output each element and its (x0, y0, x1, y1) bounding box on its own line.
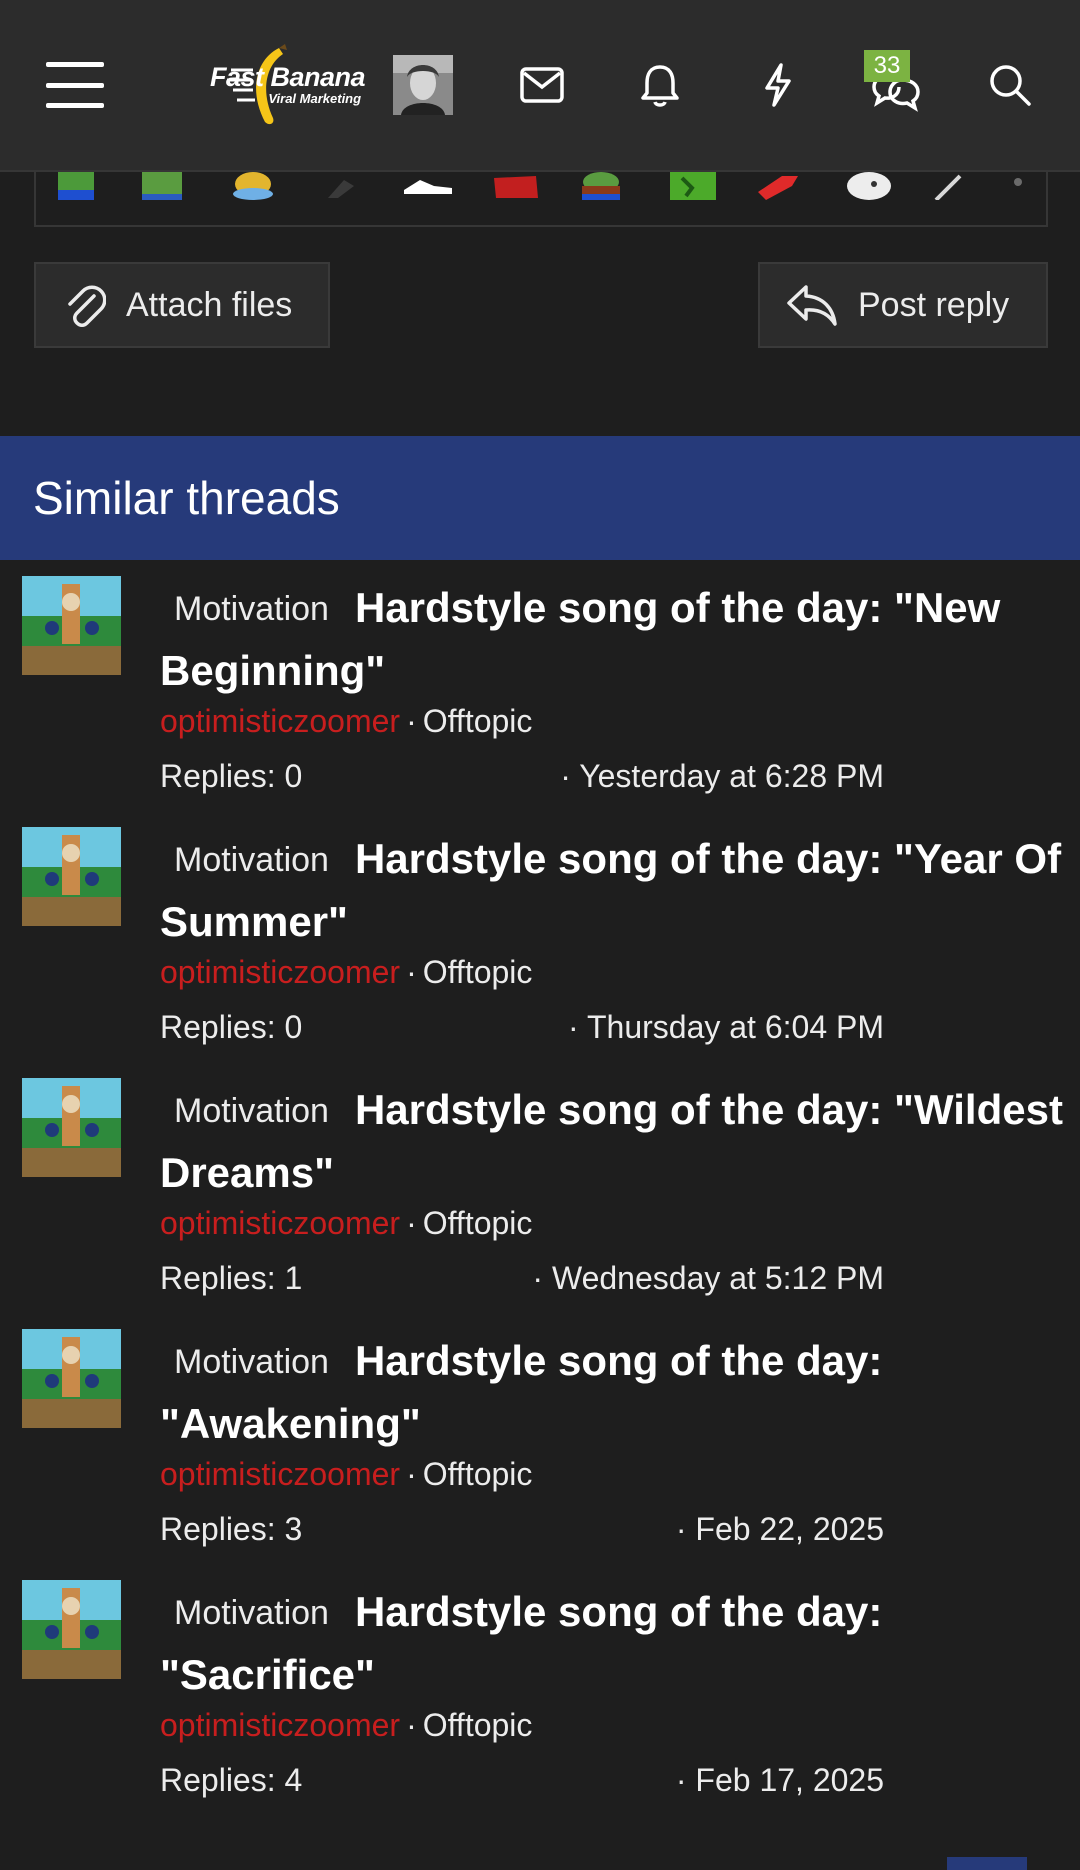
menu-icon (46, 62, 104, 108)
thread-prefix-label[interactable]: Motivation (160, 1081, 343, 1142)
site-logo[interactable]: Fast Banana Viral Marketing (150, 40, 370, 130)
arrow-emoji-icon[interactable] (926, 172, 980, 200)
post-reply-button[interactable]: Post reply (758, 262, 1048, 348)
thread-last-post-date[interactable]: · Feb 22, 2025 (676, 1507, 884, 1551)
post-reply-label: Post reply (858, 285, 1010, 324)
thread-prefix-label[interactable]: Motivation (160, 579, 343, 640)
logo-tagline: Viral Marketing (268, 91, 362, 106)
thread-title-link[interactable]: Motivation Hardstyle song of the day: "Aw… (160, 1330, 1065, 1454)
thread-prefix-label[interactable]: Motivation (160, 1332, 343, 1393)
thread-item[interactable]: Motivation Hardstyle song of the day: "Wi… (0, 1063, 1080, 1314)
avatar-jungle-icon (22, 1580, 121, 1679)
avatar-jungle-icon (22, 1329, 121, 1428)
thread-author-avatar[interactable] (22, 827, 121, 926)
thread-forum-link[interactable]: Offtopic (423, 703, 533, 739)
scroll-to-top-button[interactable] (947, 1857, 1027, 1870)
thread-forum-link[interactable]: Offtopic (423, 1205, 533, 1241)
thread-meta: optimisticzoomer · Offtopic (160, 1452, 532, 1496)
thread-last-post-date[interactable]: · Feb 17, 2025 (676, 1758, 884, 1802)
meta-separator: · (406, 1456, 417, 1492)
reply-arrow-icon (786, 283, 838, 327)
thread-forum-link[interactable]: Offtopic (423, 1456, 533, 1492)
attach-files-label: Attach files (126, 285, 293, 324)
thread-title-link[interactable]: Motivation Hardstyle song of the day: "Wi… (160, 1079, 1065, 1203)
emoji-picker-row (34, 172, 1048, 227)
thread-prefix-label[interactable]: Motivation (160, 1583, 343, 1644)
pepe-emoji-icon[interactable] (50, 172, 104, 200)
thread-reply-count: Replies: 0 (160, 758, 303, 794)
logo-name: Fast Banana (210, 62, 366, 92)
thread-meta: optimisticzoomer · Offtopic (160, 950, 532, 994)
bell-icon (641, 65, 679, 107)
conversations-button[interactable]: 33 (862, 40, 932, 130)
sketch-emoji-icon[interactable] (400, 172, 454, 200)
avatar-jungle-icon (22, 1078, 121, 1177)
thread-author-link[interactable]: optimisticzoomer (160, 703, 400, 739)
red-shoe-emoji-icon[interactable] (752, 172, 806, 200)
top-navigation-bar: Fast Banana Viral Marketing 33 (0, 0, 1080, 172)
meta-separator: · (406, 954, 417, 990)
meta-separator: · (406, 1205, 417, 1241)
meta-separator: · (406, 703, 417, 739)
thread-meta: optimisticzoomer · Offtopic (160, 699, 532, 743)
avatar-jungle-icon (22, 576, 121, 675)
thread-author-avatar[interactable] (22, 1329, 121, 1428)
thread-item[interactable]: Motivation Hardstyle song of the day: "Ne… (0, 561, 1080, 812)
whats-new-button[interactable] (743, 40, 813, 130)
thread-reply-count: Replies: 1 (160, 1260, 303, 1296)
thread-item[interactable]: Motivation Hardstyle song of the day: "Ye… (0, 812, 1080, 1063)
thread-item[interactable]: Motivation Hardstyle song of the day: "Sa… (0, 1565, 1080, 1816)
thread-reply-count: Replies: 4 (160, 1762, 303, 1798)
bee-emoji-icon[interactable] (226, 172, 280, 200)
thread-author-link[interactable]: optimisticzoomer (160, 1707, 400, 1743)
pepe-smug-emoji-icon[interactable] (574, 172, 628, 200)
thread-reply-count: Replies: 3 (160, 1511, 303, 1547)
avatar-photo-icon (393, 55, 453, 115)
pepe-sip-emoji-icon[interactable] (136, 172, 190, 200)
thread-last-post-date[interactable]: · Yesterday at 6:28 PM (560, 754, 884, 798)
red-emoji-icon[interactable] (488, 172, 542, 200)
thread-item[interactable]: Motivation Hardstyle song of the day: "Aw… (0, 1314, 1080, 1565)
thread-forum-link[interactable]: Offtopic (423, 1707, 533, 1743)
conversations-badge: 33 (864, 50, 910, 82)
meta-separator: · (406, 1707, 417, 1743)
thread-author-avatar[interactable] (22, 1078, 121, 1177)
cat-emoji-icon[interactable] (842, 172, 896, 200)
thread-author-link[interactable]: optimisticzoomer (160, 1456, 400, 1492)
thread-reply-count: Replies: 0 (160, 1009, 303, 1045)
similar-threads-heading: Similar threads (0, 436, 1080, 560)
thread-last-post-date[interactable]: · Thursday at 6:04 PM (568, 1005, 884, 1049)
thread-author-link[interactable]: optimisticzoomer (160, 954, 400, 990)
lightning-icon (765, 63, 791, 107)
paperclip-icon (64, 282, 106, 328)
thread-last-post-date[interactable]: · Wednesday at 5:12 PM (532, 1256, 884, 1300)
section-title: Similar threads (33, 472, 340, 524)
thread-author-link[interactable]: optimisticzoomer (160, 1205, 400, 1241)
attach-files-button[interactable]: Attach files (34, 262, 330, 348)
thread-author-avatar[interactable] (22, 576, 121, 675)
thread-prefix-label[interactable]: Motivation (160, 830, 343, 891)
thread-title-link[interactable]: Motivation Hardstyle song of the day: "Ne… (160, 577, 1065, 701)
search-icon (990, 65, 1031, 106)
green-emoji-icon[interactable] (666, 172, 720, 200)
emoji-more-indicator[interactable] (1014, 178, 1022, 186)
thread-author-avatar[interactable] (22, 1580, 121, 1679)
dark-emoji-icon[interactable] (314, 172, 368, 200)
search-button[interactable] (975, 40, 1045, 130)
thread-title-link[interactable]: Motivation Hardstyle song of the day: "Ye… (160, 828, 1065, 952)
thread-meta: optimisticzoomer · Offtopic (160, 1201, 532, 1245)
menu-button[interactable] (38, 40, 112, 130)
avatar-jungle-icon (22, 827, 121, 926)
mail-icon (520, 67, 564, 103)
user-avatar[interactable] (393, 55, 453, 115)
thread-title-link[interactable]: Motivation Hardstyle song of the day: "Sa… (160, 1581, 1065, 1705)
inbox-button[interactable] (507, 40, 577, 130)
alerts-button[interactable] (625, 40, 695, 130)
thread-forum-link[interactable]: Offtopic (423, 954, 533, 990)
thread-meta: optimisticzoomer · Offtopic (160, 1703, 532, 1747)
